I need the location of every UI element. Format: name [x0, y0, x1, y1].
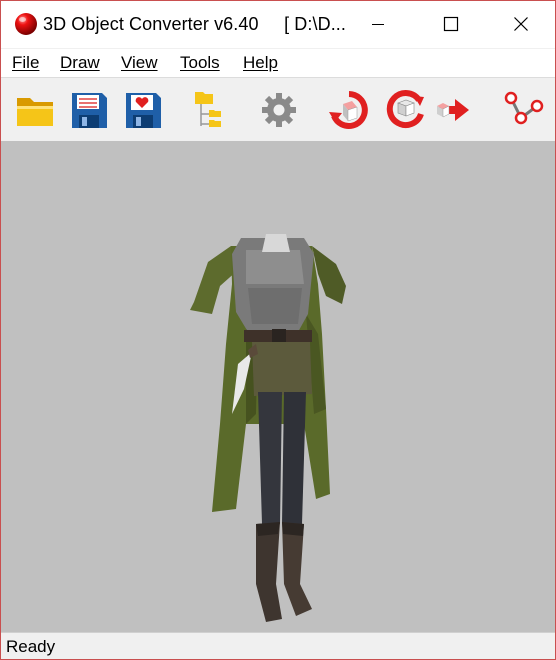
minimize-icon	[372, 24, 384, 25]
app-window: 3D Object Converter v6.40 [ D:\D... File…	[0, 0, 556, 660]
rotate-cube-icon	[386, 90, 424, 129]
title-bar[interactable]: 3D Object Converter v6.40 [ D:\D...	[1, 1, 555, 48]
armored-outfit-model	[190, 234, 346, 622]
menu-view[interactable]: View	[121, 53, 158, 73]
save-icon	[72, 93, 107, 128]
app-icon[interactable]	[14, 12, 38, 36]
convert-button[interactable]	[431, 88, 475, 132]
settings-gear-icon	[262, 93, 296, 127]
menu-help[interactable]: Help	[243, 53, 278, 73]
minimize-button[interactable]	[355, 1, 401, 48]
save-favorite-button[interactable]	[121, 88, 165, 132]
menu-bar: File Draw View Tools Help	[1, 49, 555, 77]
convert-arrow-icon	[437, 99, 469, 121]
toolbar	[1, 77, 555, 141]
settings-button[interactable]	[257, 88, 301, 132]
folder-tree-icon	[195, 92, 221, 127]
connect-nodes-button[interactable]	[501, 88, 545, 132]
save-favorite-icon	[126, 93, 161, 128]
status-text: Ready	[6, 637, 56, 656]
menu-tools[interactable]: Tools	[180, 53, 220, 73]
3d-viewport[interactable]	[1, 141, 555, 632]
menu-file[interactable]: File	[12, 53, 39, 73]
close-button[interactable]	[498, 1, 544, 48]
status-bar: Ready	[1, 632, 555, 659]
folder-tree-button[interactable]	[187, 88, 231, 132]
save-button[interactable]	[67, 88, 111, 132]
rotate-object-icon	[329, 91, 368, 129]
close-icon	[514, 17, 528, 31]
rotate-cube-button[interactable]	[383, 88, 427, 132]
window-title: 3D Object Converter v6.40 [ D:\D...	[43, 14, 347, 34]
maximize-button[interactable]	[428, 1, 474, 48]
rotate-object-button[interactable]	[327, 88, 371, 132]
connect-nodes-icon	[504, 91, 544, 125]
menu-draw[interactable]: Draw	[60, 53, 100, 73]
maximize-icon	[443, 16, 459, 32]
open-folder-icon	[17, 98, 53, 126]
open-button[interactable]	[13, 88, 57, 132]
